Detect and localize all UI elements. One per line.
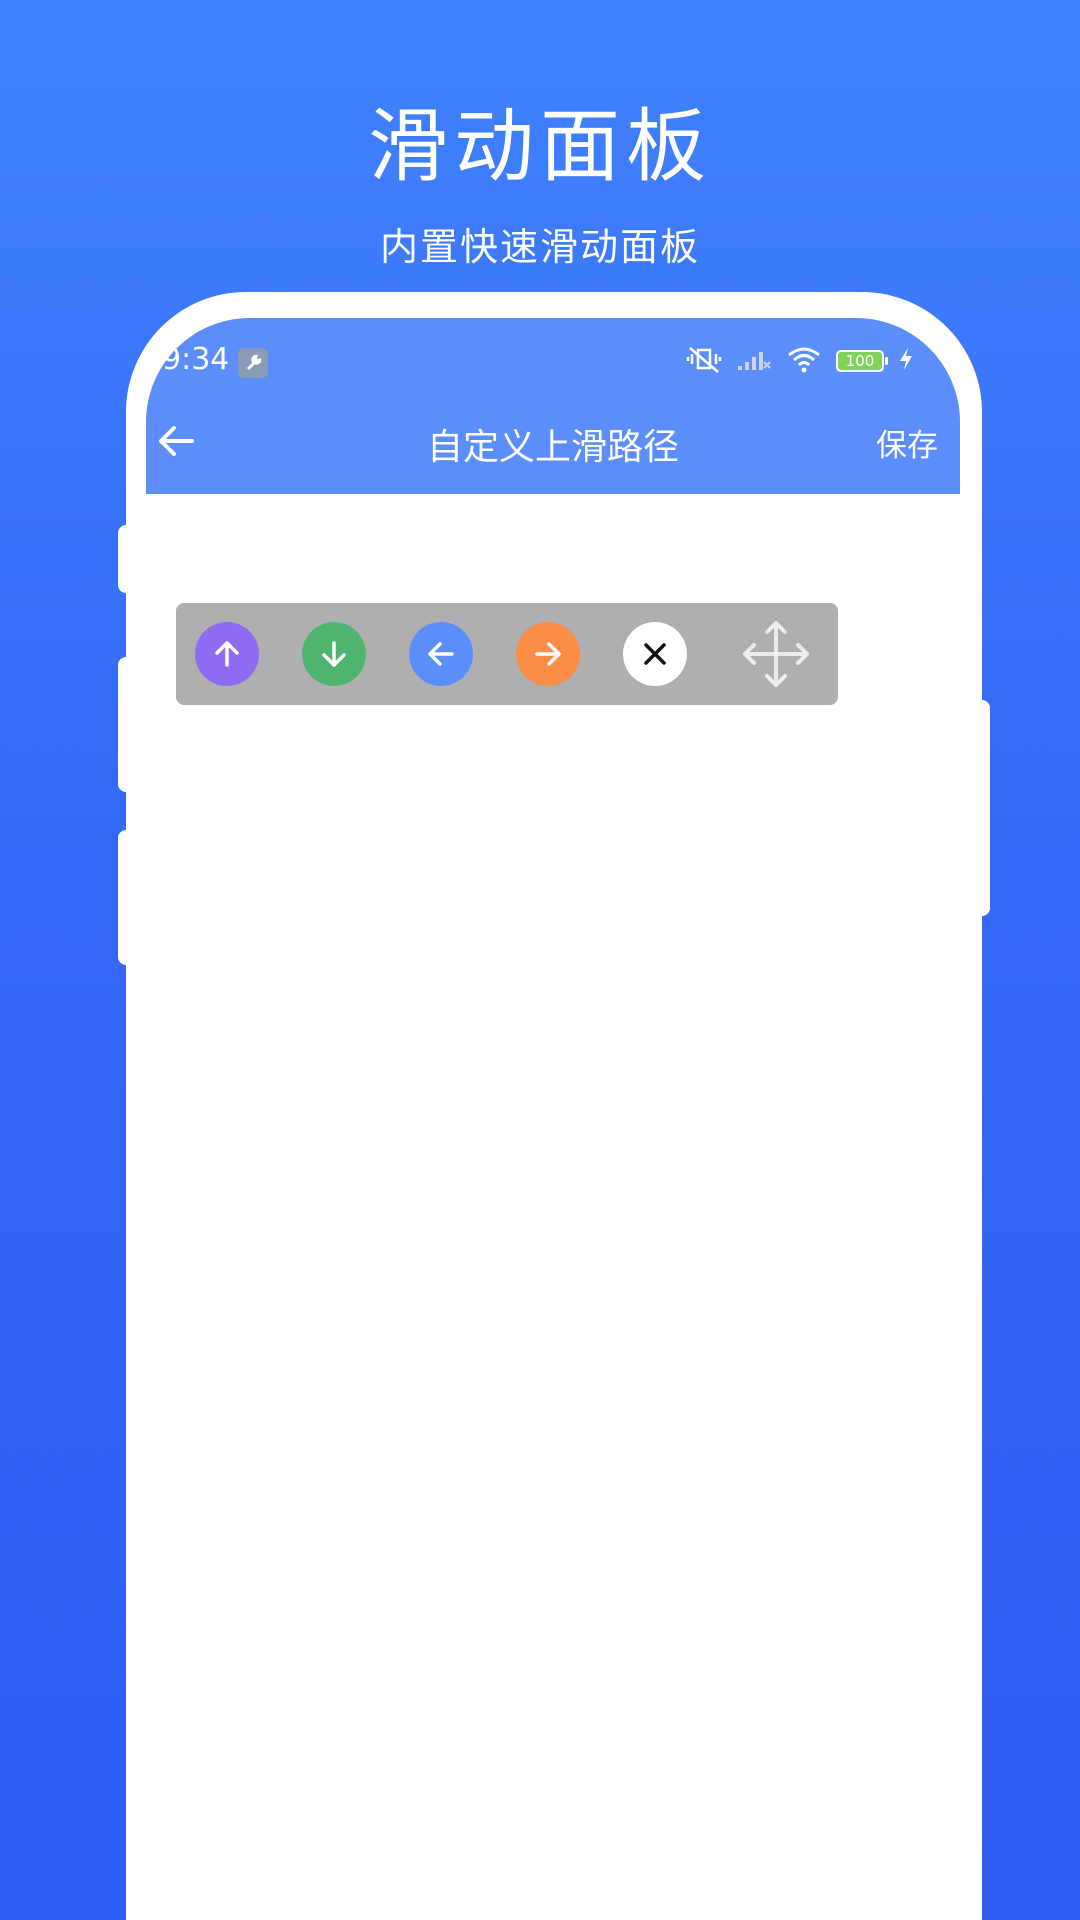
phone-screen: 9:34 100 自定义上滑路径 保存 <box>146 318 960 1920</box>
move-handle[interactable] <box>741 619 811 689</box>
close-icon <box>644 643 666 665</box>
charging-icon <box>898 347 914 375</box>
promo-subtitle: 内置快速滑动面板 <box>379 225 700 269</box>
save-button[interactable]: 保存 <box>876 420 938 465</box>
swipe-up-button[interactable] <box>195 622 259 686</box>
mute-vibrate-icon <box>686 344 722 378</box>
swipe-down-button[interactable] <box>302 622 366 686</box>
arrow-up-icon <box>215 641 239 667</box>
arrow-left-icon <box>428 642 454 666</box>
signal-icon <box>736 346 772 376</box>
wrench-icon <box>238 348 268 378</box>
phone-side-button <box>118 657 134 792</box>
swipe-right-button[interactable] <box>516 622 580 686</box>
phone-side-button <box>118 525 134 593</box>
phone-side-button <box>974 700 990 916</box>
close-button[interactable] <box>623 622 687 686</box>
battery-indicator: 100 <box>836 350 888 372</box>
swipe-left-button[interactable] <box>409 622 473 686</box>
swipe-panel <box>176 603 838 705</box>
status-icons: 100 <box>686 344 914 378</box>
page-title: 自定义上滑路径 <box>426 427 679 468</box>
move-icon <box>743 621 809 687</box>
arrow-down-icon <box>322 641 346 667</box>
arrow-right-icon <box>535 642 561 666</box>
app-header: 9:34 100 自定义上滑路径 保存 <box>146 318 960 494</box>
promo-title: 滑动面板 <box>368 100 712 193</box>
status-time: 9:34 <box>162 342 230 377</box>
phone-side-button <box>118 830 134 965</box>
wifi-icon <box>786 345 822 377</box>
